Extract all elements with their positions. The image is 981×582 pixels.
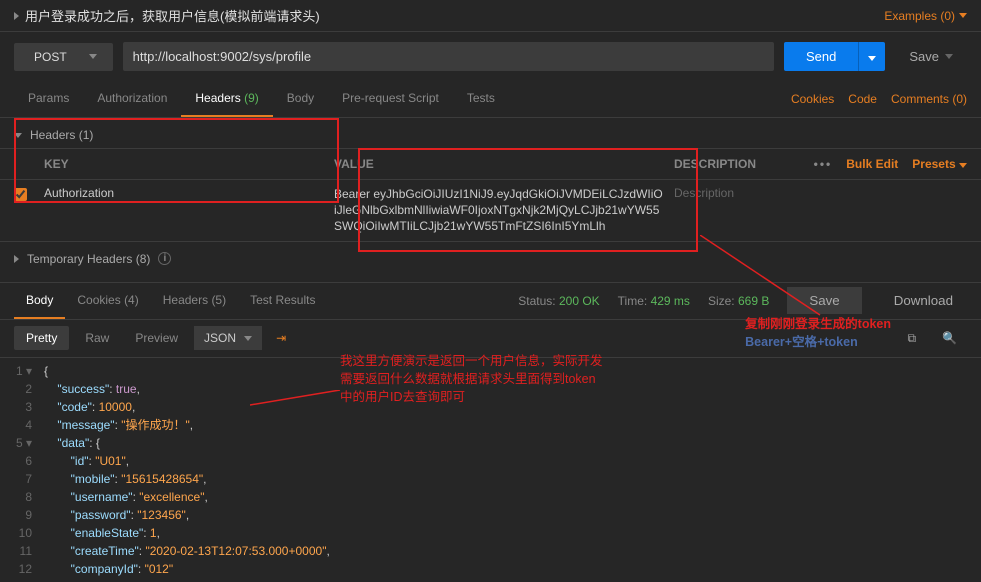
format-select[interactable]: JSON bbox=[194, 326, 262, 350]
resp-tab-testresults[interactable]: Test Results bbox=[238, 283, 327, 319]
bulk-edit-link[interactable]: Bulk Edit bbox=[846, 157, 898, 171]
examples-dropdown[interactable]: Examples (0) bbox=[884, 9, 967, 23]
method-select[interactable]: POST bbox=[14, 43, 113, 71]
expand-icon[interactable] bbox=[14, 12, 19, 20]
temp-headers-toggle[interactable]: Temporary Headers (8) i bbox=[0, 241, 981, 272]
headers-section-toggle[interactable]: Headers (1) bbox=[0, 122, 981, 149]
send-button[interactable]: Send bbox=[784, 42, 858, 71]
size-label: Size: bbox=[708, 294, 735, 308]
view-preview[interactable]: Preview bbox=[125, 326, 188, 350]
resp-tab-headers[interactable]: Headers (5) bbox=[151, 283, 238, 319]
header-value-cell[interactable]: Bearer eyJhbGciOiJIUzI1NiJ9.eyJqdGkiOiJV… bbox=[334, 186, 674, 235]
header-row[interactable]: Authorization Bearer eyJhbGciOiJIUzI1NiJ… bbox=[0, 179, 981, 241]
download-button[interactable]: Download bbox=[880, 287, 967, 314]
header-key-cell[interactable]: Authorization bbox=[44, 186, 334, 200]
request-title-bar: 用户登录成功之后，获取用户信息(模拟前端请求头) Examples (0) bbox=[0, 0, 981, 32]
col-value-label: VALUE bbox=[334, 157, 674, 171]
tab-prerequest[interactable]: Pre-request Script bbox=[328, 81, 453, 117]
status-label: Status: bbox=[518, 294, 555, 308]
chevron-down-icon bbox=[14, 133, 22, 138]
tab-headers[interactable]: Headers (9) bbox=[181, 81, 272, 117]
status-value: 200 OK bbox=[559, 294, 600, 308]
header-desc-cell[interactable]: Description bbox=[674, 186, 967, 200]
col-key-label: KEY bbox=[14, 157, 334, 171]
size-value: 669 B bbox=[738, 294, 769, 308]
time-label: Time: bbox=[618, 294, 648, 308]
response-body[interactable]: 1 ▾{ 2 "success": true, 3 "code": 10000,… bbox=[0, 358, 981, 582]
chevron-down-icon bbox=[868, 56, 876, 61]
more-icon[interactable]: ••• bbox=[814, 157, 833, 171]
chevron-down-icon bbox=[89, 54, 97, 59]
link-comments[interactable]: Comments (0) bbox=[891, 92, 967, 106]
examples-label: Examples (0) bbox=[884, 9, 955, 23]
presets-dropdown[interactable]: Presets bbox=[912, 157, 967, 171]
chevron-down-icon bbox=[244, 336, 252, 341]
url-input[interactable] bbox=[123, 42, 774, 71]
headers-table-head: KEY VALUE DESCRIPTION ••• Bulk Edit Pres… bbox=[0, 149, 981, 179]
save-button[interactable]: Save bbox=[895, 42, 967, 71]
request-row: POST Send Save bbox=[0, 32, 981, 81]
temp-headers-label: Temporary Headers (8) bbox=[27, 252, 150, 266]
response-bar: Body Cookies (4) Headers (5) Test Result… bbox=[0, 282, 981, 320]
tab-tests[interactable]: Tests bbox=[453, 81, 509, 117]
tab-authorization[interactable]: Authorization bbox=[83, 81, 181, 117]
search-icon[interactable]: 🔍 bbox=[932, 326, 967, 350]
chevron-down-icon bbox=[959, 163, 967, 168]
header-enabled-checkbox[interactable] bbox=[14, 188, 27, 201]
copy-icon[interactable]: ⧉ bbox=[897, 326, 926, 351]
view-raw[interactable]: Raw bbox=[75, 326, 119, 350]
view-pretty[interactable]: Pretty bbox=[14, 326, 69, 350]
save-response-button[interactable]: Save bbox=[787, 287, 861, 314]
resp-tab-cookies[interactable]: Cookies (4) bbox=[65, 283, 150, 319]
presets-label: Presets bbox=[912, 157, 955, 171]
chevron-right-icon bbox=[14, 255, 19, 263]
chevron-down-icon bbox=[945, 54, 953, 59]
wrap-icon[interactable]: ⇥ bbox=[268, 326, 294, 350]
method-value: POST bbox=[34, 50, 67, 64]
request-tabs-row: Params Authorization Headers (9) Body Pr… bbox=[0, 81, 981, 118]
save-label: Save bbox=[909, 49, 939, 64]
response-toolbar: Pretty Raw Preview JSON ⇥ ⧉ 🔍 bbox=[0, 320, 981, 358]
link-code[interactable]: Code bbox=[848, 92, 877, 106]
headers-panel: Headers (1) KEY VALUE DESCRIPTION ••• Bu… bbox=[0, 118, 981, 272]
tab-headers-count: (9) bbox=[244, 91, 259, 105]
headers-section-title: Headers (1) bbox=[30, 128, 93, 142]
resp-tab-body[interactable]: Body bbox=[14, 283, 65, 319]
send-dropdown[interactable] bbox=[858, 42, 885, 71]
tab-headers-label: Headers bbox=[195, 91, 240, 105]
time-value: 429 ms bbox=[651, 294, 690, 308]
info-icon[interactable]: i bbox=[158, 252, 171, 265]
link-cookies[interactable]: Cookies bbox=[791, 92, 834, 106]
request-name: 用户登录成功之后，获取用户信息(模拟前端请求头) bbox=[25, 6, 320, 25]
chevron-down-icon bbox=[959, 13, 967, 18]
tab-body[interactable]: Body bbox=[273, 81, 328, 117]
tab-params[interactable]: Params bbox=[14, 81, 83, 117]
